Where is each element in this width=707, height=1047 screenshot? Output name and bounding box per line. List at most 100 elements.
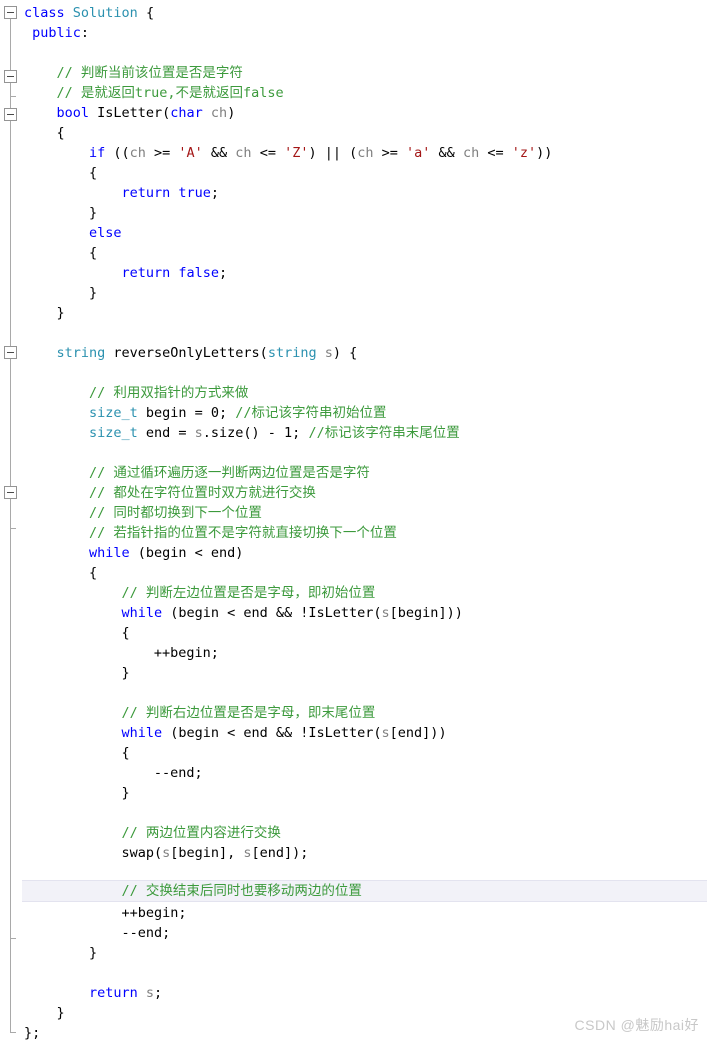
code-line[interactable]: ++begin; bbox=[0, 643, 707, 663]
code-token-id: <= bbox=[251, 145, 285, 161]
code-line-content: swap(s[begin], s[end]); bbox=[0, 843, 308, 863]
code-token-var: s bbox=[243, 845, 252, 861]
code-line-content: // 交换结束后同时也要移动两边的位置 bbox=[0, 881, 361, 901]
code-line[interactable]: ++begin; bbox=[0, 903, 707, 923]
code-token-cmt: // 判断左边位置是否是字母，即初始位置 bbox=[121, 585, 376, 601]
code-line[interactable]: bool IsLetter(char ch) bbox=[0, 103, 707, 123]
code-token-kw: while bbox=[121, 605, 163, 621]
code-token-var: s bbox=[145, 985, 155, 1001]
code-token-id: } bbox=[88, 945, 98, 961]
code-line-content: // 判断当前该位置是否是字符 bbox=[0, 63, 242, 83]
code-line[interactable]: } bbox=[0, 943, 707, 963]
code-line[interactable]: --end; bbox=[0, 763, 707, 783]
code-line[interactable]: // 两边位置内容进行交换 bbox=[0, 823, 707, 843]
fold-function-reverseonlyletters-icon[interactable] bbox=[4, 346, 17, 359]
code-line[interactable]: } bbox=[0, 203, 707, 223]
code-token-id: } bbox=[56, 305, 65, 321]
code-line[interactable]: { bbox=[0, 563, 707, 583]
code-token-chr: 'A' bbox=[178, 145, 203, 161]
code-line[interactable]: size_t begin = 0; //标记该字符串初始位置 bbox=[0, 403, 707, 423]
code-line[interactable]: swap(s[begin], s[end]); bbox=[0, 843, 707, 863]
code-line[interactable]: { bbox=[0, 743, 707, 763]
code-token-var: s bbox=[381, 725, 390, 741]
code-token-kw: while bbox=[121, 725, 163, 741]
code-token-kw: false bbox=[178, 265, 219, 281]
fold-comment-block-loop-icon[interactable] bbox=[4, 486, 17, 499]
fold-comment-block-isletter-icon[interactable] bbox=[4, 70, 17, 83]
code-line[interactable]: // 是就返回true,不是就返回false bbox=[0, 83, 707, 103]
code-line-content: ++begin; bbox=[0, 903, 186, 923]
code-token-id: >= bbox=[373, 145, 407, 161]
code-line[interactable]: if ((ch >= 'A' && ch <= 'Z') || (ch >= '… bbox=[0, 143, 707, 163]
code-line[interactable] bbox=[0, 43, 707, 63]
code-line[interactable]: } bbox=[0, 303, 707, 323]
code-line[interactable]: } bbox=[0, 283, 707, 303]
code-line[interactable] bbox=[0, 363, 707, 383]
code-token-id: [begin])) bbox=[389, 605, 463, 621]
code-line[interactable]: else bbox=[0, 223, 707, 243]
code-token-cmt: // 判断右边位置是否是字母，即末尾位置 bbox=[121, 705, 376, 721]
code-token-id: [end]); bbox=[251, 845, 309, 861]
code-line[interactable]: while (begin < end && !IsLetter(s[begin]… bbox=[0, 603, 707, 623]
code-line[interactable] bbox=[0, 443, 707, 463]
code-token-kw: if bbox=[88, 145, 106, 161]
code-surface[interactable]: class Solution {public:// 判断当前该位置是否是字符//… bbox=[0, 0, 707, 1047]
code-token-id: { bbox=[121, 745, 130, 761]
code-line[interactable]: // 利用双指针的方式来做 bbox=[0, 383, 707, 403]
fold-class-solution-icon[interactable] bbox=[4, 6, 17, 19]
fold-function-isletter-icon[interactable] bbox=[4, 108, 17, 121]
code-line-content: size_t end = s.size() - 1; //标记该字符串末尾位置 bbox=[0, 423, 460, 443]
code-line[interactable]: { bbox=[0, 623, 707, 643]
code-token-var: ch bbox=[129, 145, 146, 161]
code-line[interactable] bbox=[0, 323, 707, 343]
code-line[interactable] bbox=[0, 683, 707, 703]
code-token-chr: 'Z' bbox=[284, 145, 309, 161]
code-line[interactable]: { bbox=[0, 123, 707, 143]
code-line[interactable]: --end; bbox=[0, 923, 707, 943]
folding-gutter[interactable] bbox=[0, 0, 22, 1047]
code-line[interactable]: // 判断当前该位置是否是字符 bbox=[0, 63, 707, 83]
code-token-id: .size() - 1; bbox=[202, 425, 309, 441]
code-line-content: // 通过循环遍历逐一判断两边位置是否是字符 bbox=[0, 463, 370, 483]
code-line[interactable]: return false; bbox=[0, 263, 707, 283]
code-line[interactable]: public: bbox=[0, 23, 707, 43]
code-line[interactable]: { bbox=[0, 243, 707, 263]
code-token-id: --end; bbox=[153, 765, 203, 781]
code-token-cmt: // 利用双指针的方式来做 bbox=[88, 385, 249, 401]
code-line[interactable]: return true; bbox=[0, 183, 707, 203]
code-line[interactable]: // 判断右边位置是否是字母，即末尾位置 bbox=[0, 703, 707, 723]
code-line[interactable]: } bbox=[0, 663, 707, 683]
code-line-content: while (begin < end && !IsLetter(s[end])) bbox=[0, 723, 446, 743]
code-token-id: } bbox=[121, 665, 130, 681]
code-line[interactable]: while (begin < end) bbox=[0, 543, 707, 563]
code-line-content: return true; bbox=[0, 183, 219, 203]
code-line[interactable]: // 交换结束后同时也要移动两边的位置 bbox=[0, 880, 707, 902]
code-line[interactable]: // 同时都切换到下一个位置 bbox=[0, 503, 707, 523]
code-editor[interactable]: class Solution {public:// 判断当前该位置是否是字符//… bbox=[0, 0, 707, 1047]
code-token-chr: 'z' bbox=[511, 145, 537, 161]
code-line[interactable]: return s; bbox=[0, 983, 707, 1003]
code-token-kw: return bbox=[88, 985, 138, 1001]
code-token-id: { bbox=[88, 565, 98, 581]
code-line[interactable] bbox=[0, 963, 707, 983]
code-token-chr: 'a' bbox=[406, 145, 431, 161]
code-token-id: } bbox=[121, 785, 130, 801]
code-line[interactable]: class Solution { bbox=[0, 3, 707, 23]
code-line-content: string reverseOnlyLetters(string s) { bbox=[0, 343, 357, 363]
code-line[interactable]: string reverseOnlyLetters(string s) { bbox=[0, 343, 707, 363]
code-line-content: return s; bbox=[0, 983, 162, 1003]
code-token-var: ch bbox=[235, 145, 252, 161]
fold-tick-2 bbox=[10, 938, 16, 939]
code-line[interactable]: while (begin < end && !IsLetter(s[end])) bbox=[0, 723, 707, 743]
code-line[interactable]: // 判断左边位置是否是字母，即初始位置 bbox=[0, 583, 707, 603]
code-line[interactable]: // 若指针指的位置不是字符就直接切换下一个位置 bbox=[0, 523, 707, 543]
code-line[interactable]: } bbox=[0, 783, 707, 803]
code-token-id: begin = 0; bbox=[137, 405, 236, 421]
code-line[interactable] bbox=[0, 803, 707, 823]
code-line[interactable]: { bbox=[0, 163, 707, 183]
code-line[interactable]: size_t end = s.size() - 1; //标记该字符串末尾位置 bbox=[0, 423, 707, 443]
code-token-id: IsLetter( bbox=[88, 105, 171, 121]
code-line[interactable]: // 都处在字符位置时双方就进行交换 bbox=[0, 483, 707, 503]
code-token-id: ) bbox=[227, 105, 236, 121]
code-line[interactable]: // 通过循环遍历逐一判断两边位置是否是字符 bbox=[0, 463, 707, 483]
